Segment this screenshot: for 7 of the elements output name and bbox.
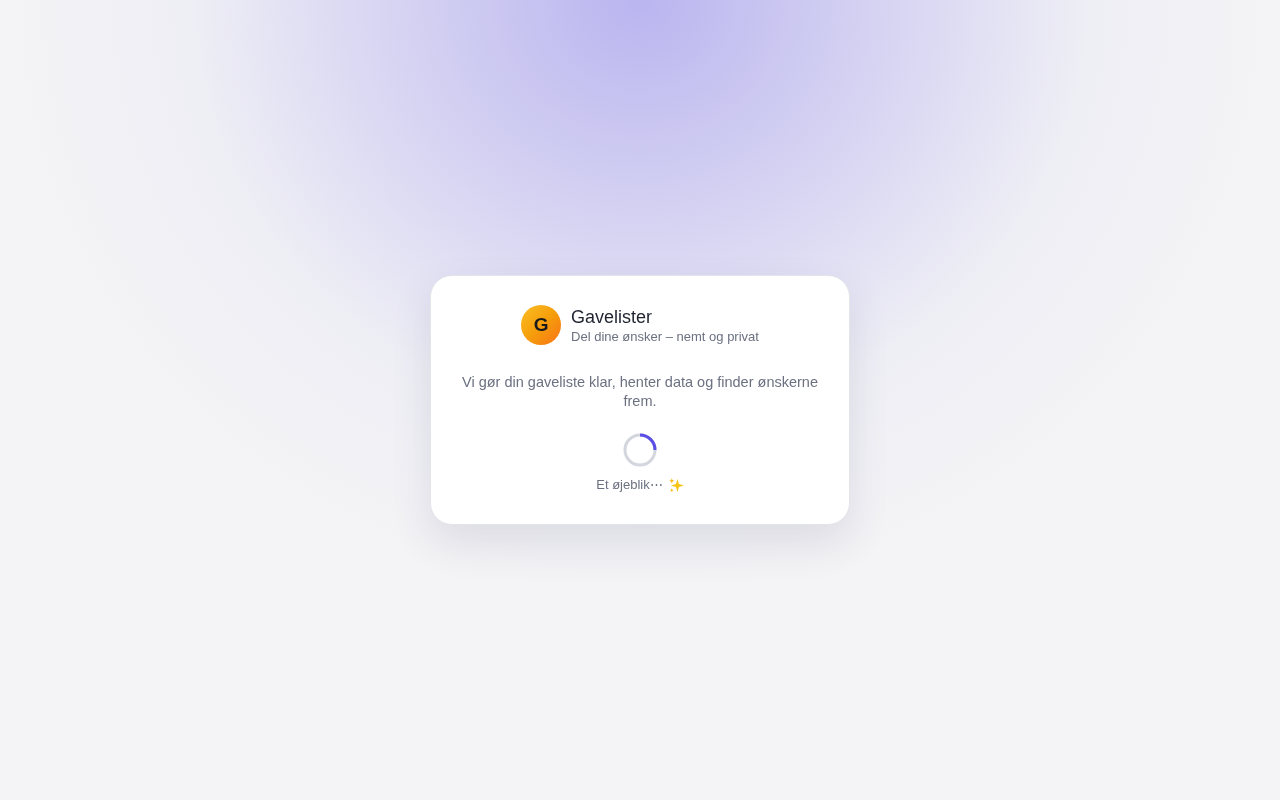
logo: G [521,305,562,345]
wait-label: Et øjeblik⋯ [596,477,663,493]
spinner-icon [623,433,657,467]
sparkles-icon [668,477,684,493]
tagline: Del dine ønsker – nemt og privat [571,328,759,345]
loading-message: Vi gør din gaveliste klar, henter data og finder ønskerne frem. [461,373,819,411]
app-name: Gavelister [571,305,654,328]
